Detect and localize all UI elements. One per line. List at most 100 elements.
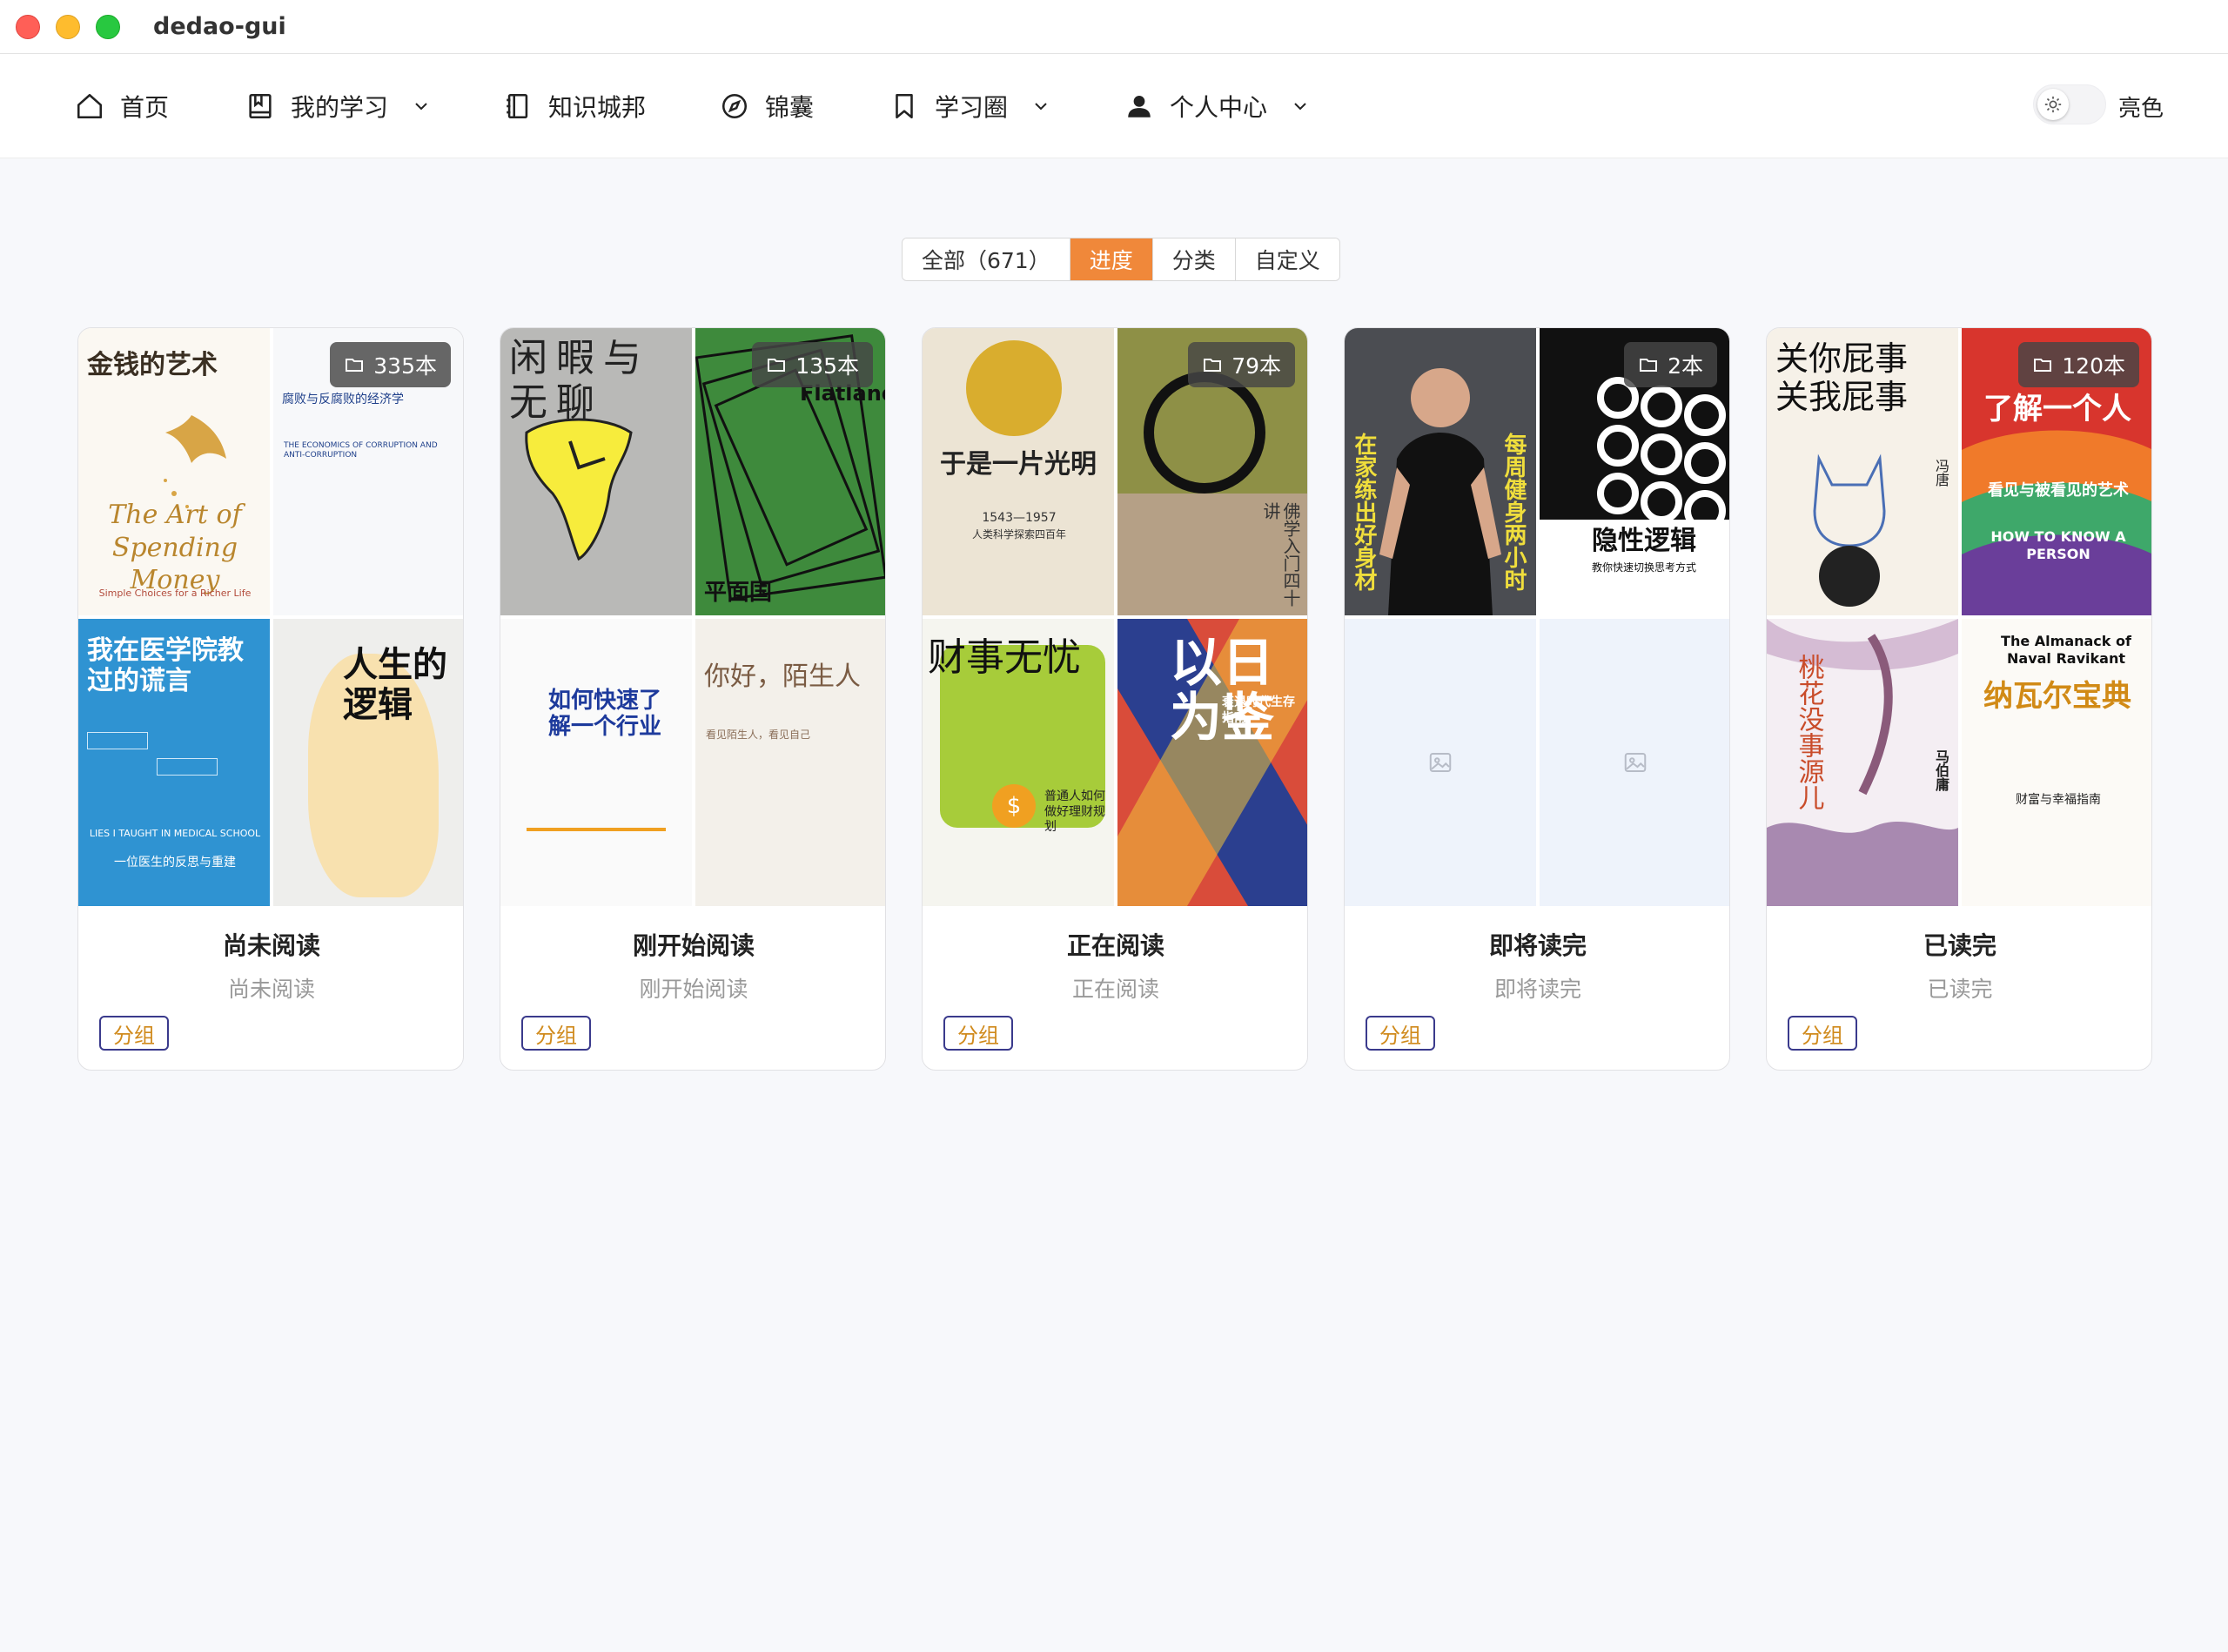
cover-grid: 于是一片光明 1543—1957 人类科学探索四百年 佛学入门四十讲 财事无忧 … <box>923 328 1307 906</box>
book-cover[interactable]: 人生的逻辑 <box>273 619 463 906</box>
group-card-almost-done[interactable]: 在家练出好身材 每周健身两小时 隐性逻辑 教你快速切换思考方式 2本 即将读完 … <box>1344 327 1730 1071</box>
theme-toggle[interactable] <box>2033 84 2106 124</box>
chevron-down-icon <box>415 103 427 111</box>
cover-grid: 闲暇与无聊 平面国 Flatland 如何快速了解一个行业 你好，陌生人 看见陌… <box>500 328 885 906</box>
group-card-just-started[interactable]: 闲暇与无聊 平面国 Flatland 如何快速了解一个行业 你好，陌生人 看见陌… <box>500 327 886 1071</box>
athlete-photo <box>1379 368 1501 615</box>
group-title: 已读完 <box>1923 931 1996 960</box>
group-subtitle: 正在阅读 <box>1071 977 1159 1002</box>
group-title: 刚开始阅读 <box>632 931 755 960</box>
window-title: dedao-gui <box>153 13 286 40</box>
theme-toggle-knob <box>2037 89 2069 120</box>
count-badge: 79本 <box>1188 342 1295 387</box>
sun-icon <box>2044 96 2062 113</box>
dollar-icon: $ <box>992 784 1036 828</box>
count-badge: 2本 <box>1624 342 1717 387</box>
group-button[interactable]: 分组 <box>521 1016 591 1051</box>
folder-icon <box>2034 359 2052 372</box>
nav-my-study[interactable]: 我的学习 <box>245 54 432 158</box>
enso-circle <box>1144 372 1265 494</box>
minimize-window-button[interactable] <box>56 14 80 39</box>
app-window: dedao-gui 首页 我的学习 知识城邦 锦囊 学习圈 个人中心 亮色 全部… <box>0 0 2228 1652</box>
count-badge: 135本 <box>752 342 873 387</box>
book-cover[interactable]: 关你屁事 关我屁事 冯唐 <box>1767 328 1958 615</box>
nav-personal-center-label: 个人中心 <box>1170 93 1268 122</box>
bookmark-icon <box>896 93 913 119</box>
group-title: 尚未阅读 <box>222 931 320 960</box>
group-card-unread[interactable]: 金钱的艺术 The Art of Spending Money Simple C… <box>77 327 464 1071</box>
user-icon <box>1128 95 1151 118</box>
group-title: 即将读完 <box>1488 931 1587 960</box>
group-subtitle: 尚未阅读 <box>227 977 315 1002</box>
nav-my-study-label: 我的学习 <box>291 93 389 122</box>
group-card-finished[interactable]: 关你屁事 关我屁事 冯唐 了解一个人 看见与被看见的艺术 HOW TO KNOW… <box>1766 327 2152 1071</box>
top-navbar: 首页 我的学习 知识城邦 锦囊 学习圈 个人中心 亮色 <box>0 54 2228 158</box>
group-button[interactable]: 分组 <box>1366 1016 1435 1051</box>
book-cover[interactable]: 闲暇与无聊 <box>500 328 692 615</box>
cover-rule <box>527 828 666 831</box>
book-cover[interactable]: 我在医学院教过的谎言 LIES I TAUGHT IN MEDICAL SCHO… <box>78 619 270 906</box>
folder-icon <box>1204 359 1222 372</box>
count-badge: 120本 <box>2018 342 2139 387</box>
close-window-button[interactable] <box>16 14 40 39</box>
group-button[interactable]: 分组 <box>943 1016 1013 1051</box>
chevron-down-icon <box>1294 103 1306 111</box>
theme-label: 亮色 <box>2117 95 2164 122</box>
window-controls <box>16 14 120 39</box>
group-button[interactable]: 分组 <box>99 1016 169 1051</box>
book-cover[interactable]: 于是一片光明 1543—1957 人类科学探索四百年 <box>923 328 1114 615</box>
tab-all[interactable]: 全部（671） <box>903 238 1070 280</box>
book-cover[interactable]: The Almanack of Naval Ravikant 纳瓦尔宝典 财富与… <box>1962 619 2151 906</box>
image-placeholder-icon <box>1624 753 1647 772</box>
signpost-shape <box>87 732 148 749</box>
cover-pattern <box>1597 377 1726 528</box>
nav-study-circle[interactable]: 学习圈 <box>889 54 1051 158</box>
cover-grid: 金钱的艺术 The Art of Spending Money Simple C… <box>78 328 463 906</box>
tab-progress[interactable]: 进度 <box>1070 238 1153 280</box>
chevron-down-icon <box>1035 103 1047 111</box>
melting-clock-illustration <box>525 418 633 561</box>
nav-personal-center[interactable]: 个人中心 <box>1124 54 1311 158</box>
filter-tabs: 全部（671） 进度 分类 自定义 <box>902 238 1340 281</box>
nav-jinnang[interactable]: 锦囊 <box>720 54 814 158</box>
book-cover[interactable]: 你好，陌生人 看见陌生人，看见自己 <box>695 619 885 906</box>
nav-knowledge-city-label: 知识城邦 <box>548 93 647 122</box>
cat-illustration <box>1813 453 1886 607</box>
group-subtitle: 已读完 <box>1927 977 1993 1002</box>
tab-category[interactable]: 分类 <box>1152 238 1236 280</box>
book-cover[interactable]: 如何快速了解一个行业 <box>500 619 692 906</box>
image-placeholder-icon <box>1429 753 1452 772</box>
folder-icon <box>346 359 364 372</box>
nav-home-label: 首页 <box>120 93 170 122</box>
title-bar: dedao-gui <box>0 0 2228 54</box>
nav-jinnang-label: 锦囊 <box>765 93 815 122</box>
tab-custom[interactable]: 自定义 <box>1235 238 1339 280</box>
folder-icon <box>768 359 786 372</box>
home-icon <box>77 93 103 119</box>
book-cover[interactable]: 以日为鉴 衰退时代生存指南 <box>1117 619 1307 906</box>
group-title: 正在阅读 <box>1066 931 1164 960</box>
group-subtitle: 即将读完 <box>1493 977 1581 1002</box>
compass-icon <box>721 93 748 119</box>
group-button[interactable]: 分组 <box>1788 1016 1857 1051</box>
nav-knowledge-city[interactable]: 知识城邦 <box>503 54 646 158</box>
book-cover[interactable]: 金钱的艺术 The Art of Spending Money Simple C… <box>78 328 270 615</box>
maximize-window-button[interactable] <box>96 14 120 39</box>
empty-cover <box>1345 619 1536 906</box>
group-subtitle: 刚开始阅读 <box>639 977 748 1002</box>
signpost-shape <box>157 758 218 776</box>
folder-icon <box>1640 359 1658 372</box>
cover-grid: 在家练出好身材 每周健身两小时 隐性逻辑 教你快速切换思考方式 2本 <box>1345 328 1729 906</box>
notebook-icon <box>507 93 528 119</box>
nav-study-circle-label: 学习圈 <box>935 93 1009 122</box>
book-cover[interactable]: 在家练出好身材 每周健身两小时 <box>1345 328 1536 615</box>
nav-home[interactable]: 首页 <box>75 54 169 158</box>
book-cover[interactable]: 桃花没事源儿 马伯庸 <box>1767 619 1958 906</box>
sun-disc <box>966 340 1062 436</box>
cover-grid: 关你屁事 关我屁事 冯唐 了解一个人 看见与被看见的艺术 HOW TO KNOW… <box>1767 328 2151 906</box>
group-card-reading[interactable]: 于是一片光明 1543—1957 人类科学探索四百年 佛学入门四十讲 财事无忧 … <box>922 327 1308 1071</box>
book-cover[interactable]: 财事无忧 $ 普通人如何做好理财规划 <box>923 619 1114 906</box>
book-icon <box>249 93 272 119</box>
empty-cover <box>1540 619 1729 906</box>
count-badge: 335本 <box>330 342 451 387</box>
